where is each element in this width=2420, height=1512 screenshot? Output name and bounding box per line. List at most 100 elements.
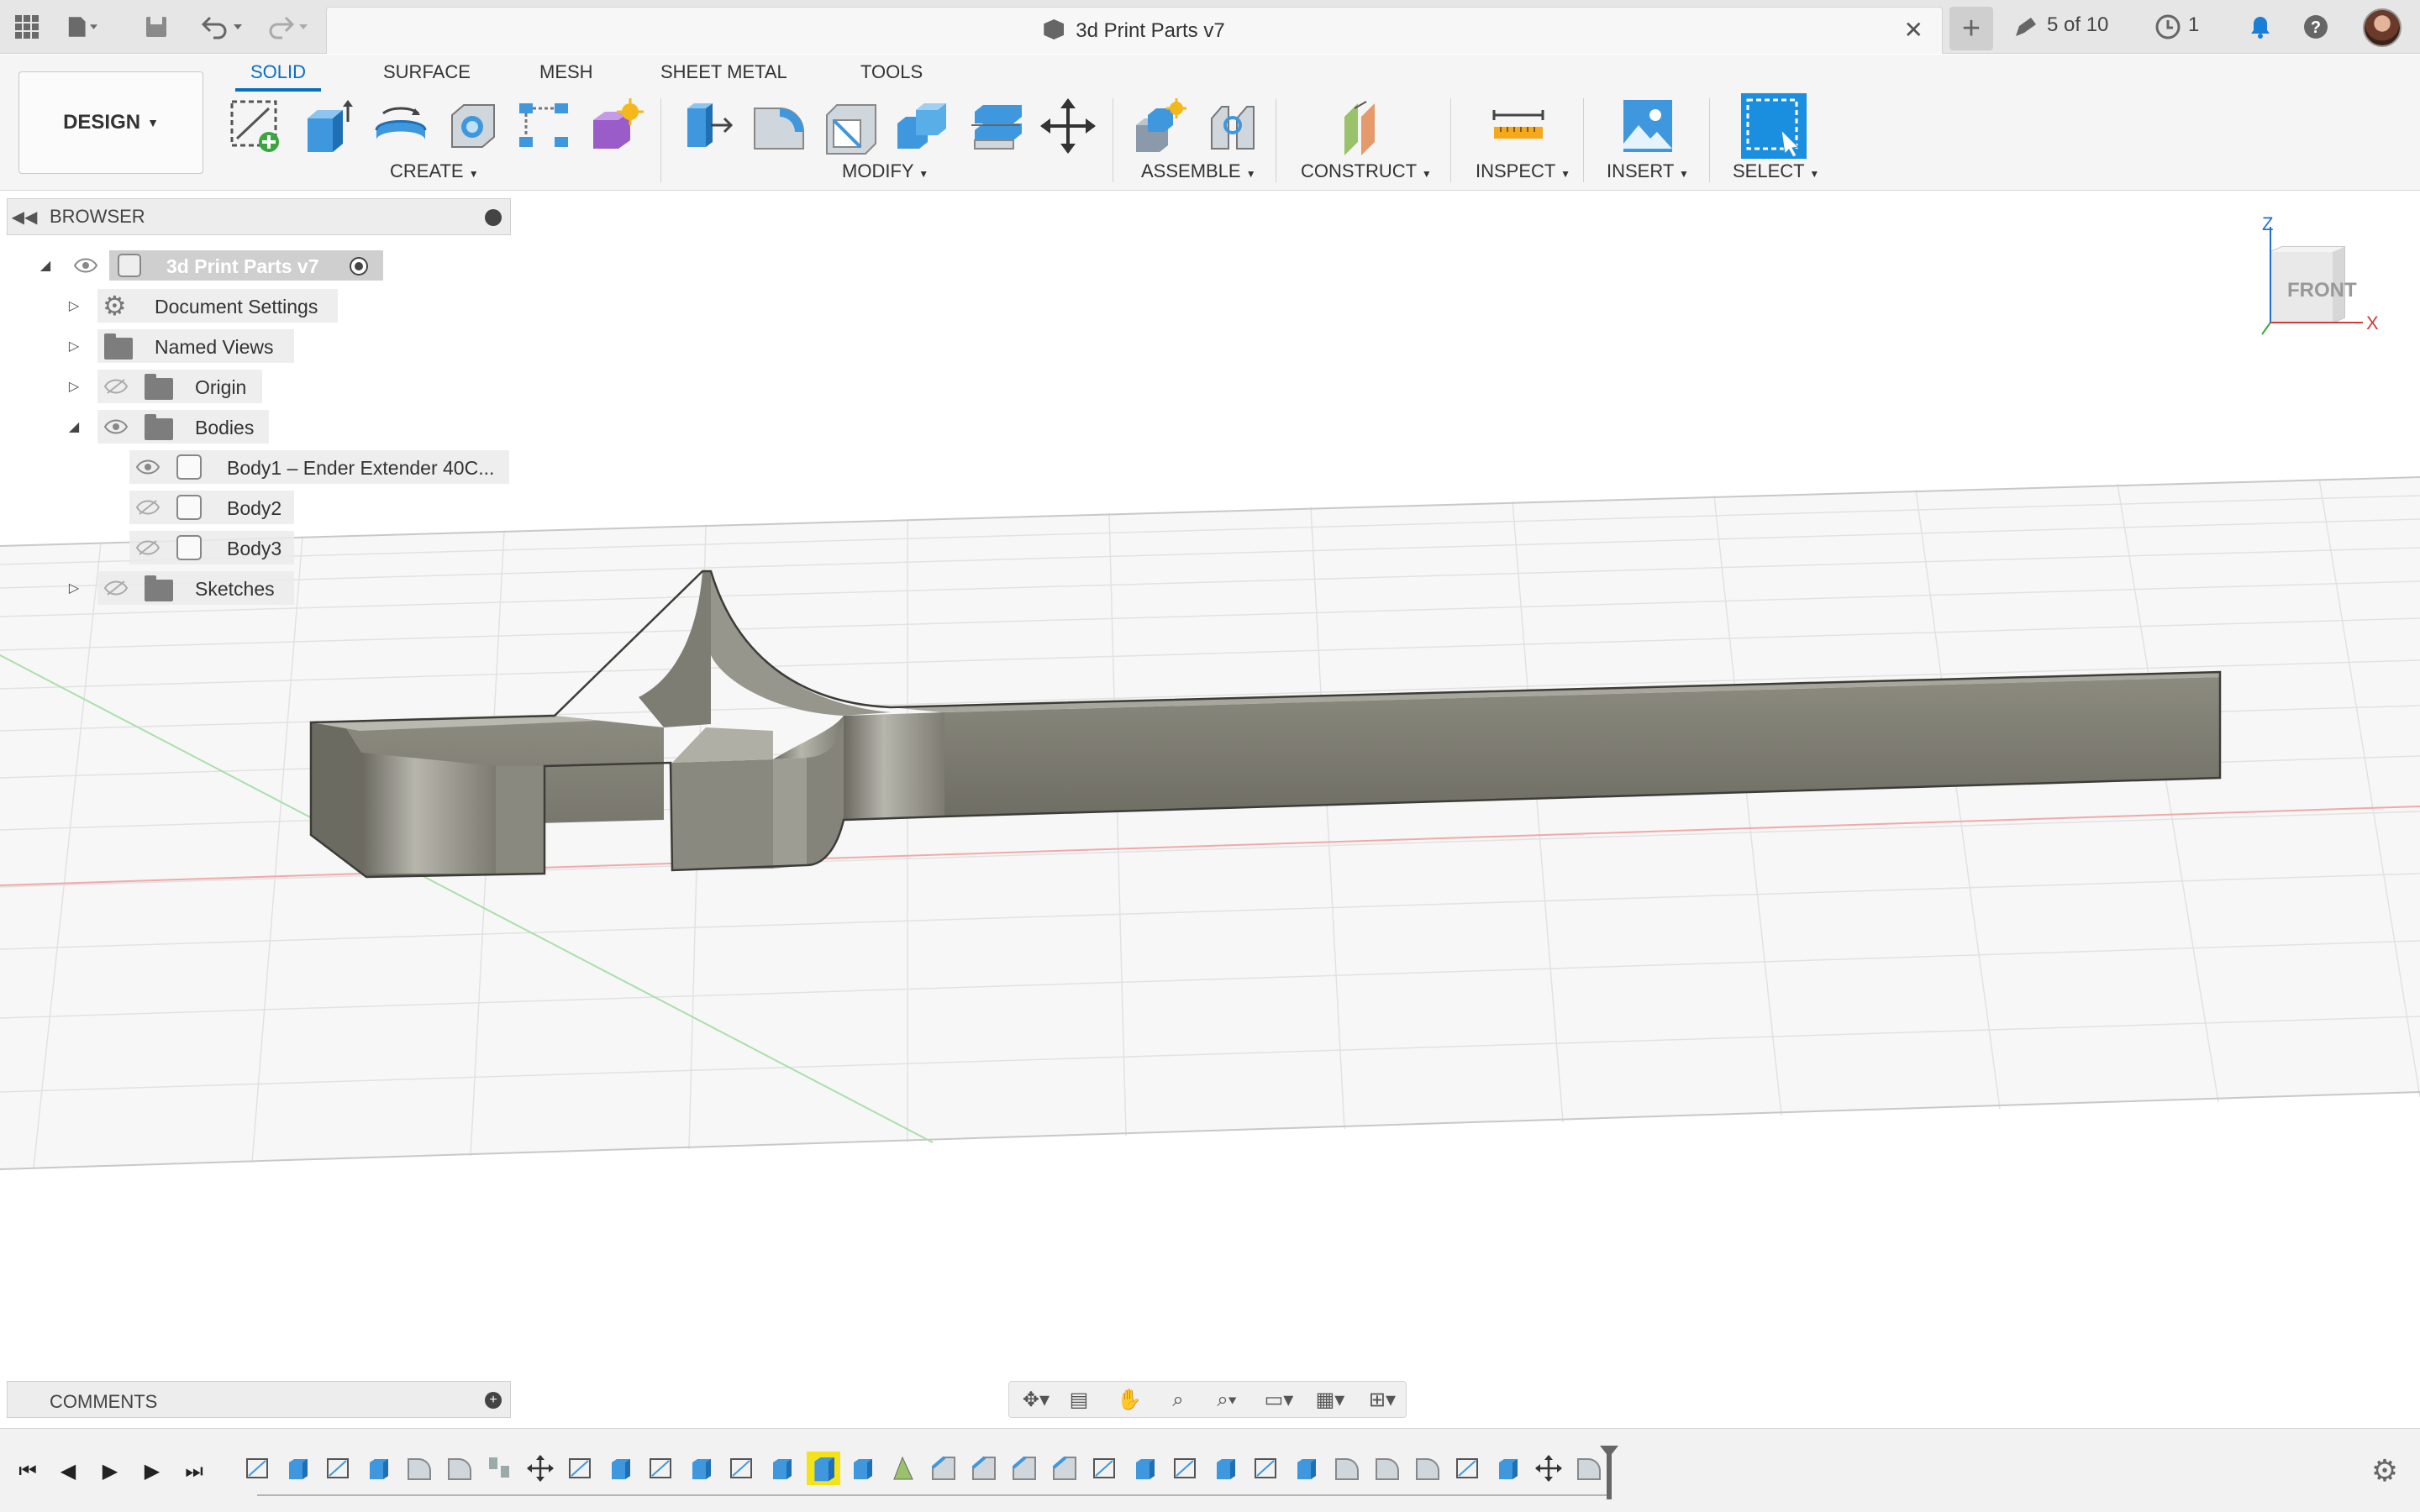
expanded-triangle-icon[interactable]: ◢	[37, 257, 54, 274]
timeline-fillet-icon[interactable]	[1333, 1454, 1361, 1483]
timeline-fillet-icon[interactable]	[1575, 1454, 1603, 1483]
close-tab-icon[interactable]: ✕	[1904, 16, 1923, 44]
insert-image-icon[interactable]	[1618, 97, 1677, 155]
file-menu-icon[interactable]	[67, 12, 97, 42]
timeline-sketch-icon[interactable]	[1252, 1454, 1281, 1483]
timeline-sketch-icon[interactable]	[1091, 1454, 1119, 1483]
timeline-extrude-icon[interactable]	[1131, 1454, 1160, 1483]
tree-item-document-settings[interactable]: ▷ ⚙ Document Settings	[0, 289, 353, 323]
select-menu[interactable]: SELECT ▼	[1733, 160, 1819, 182]
hidden-eye-icon[interactable]	[104, 379, 128, 394]
timeline-extrude-icon[interactable]	[365, 1454, 393, 1483]
tree-item-sketches[interactable]: ▷ Sketches	[0, 571, 302, 605]
job-status-clock-icon[interactable]	[2153, 12, 2183, 42]
comments-panel[interactable]: COMMENTS +	[7, 1381, 511, 1418]
model-canvas[interactable]	[0, 192, 2420, 1426]
timeline-sketch-icon[interactable]	[1171, 1454, 1200, 1483]
timeline-extrude-icon[interactable]	[607, 1454, 635, 1483]
create-menu[interactable]: CREATE ▼	[390, 160, 479, 182]
construct-menu[interactable]: CONSTRUCT ▼	[1301, 160, 1432, 182]
timeline-position-marker[interactable]	[1600, 1446, 1618, 1499]
joint-icon[interactable]	[1203, 97, 1262, 155]
go-to-end-icon[interactable]: ⏭	[180, 1457, 208, 1486]
browser-header[interactable]: ◀◀ BROWSER	[7, 198, 511, 235]
view-cube-face-label[interactable]: FRONT	[2287, 279, 2357, 302]
collapsed-triangle-icon[interactable]: ▷	[66, 297, 82, 314]
extrude-icon[interactable]	[299, 97, 358, 155]
modify-menu[interactable]: MODIFY ▼	[842, 160, 929, 182]
version-pencil-icon[interactable]	[2010, 12, 2040, 42]
pattern-icon[interactable]	[514, 97, 573, 155]
orbit-icon[interactable]: ✥▾	[1016, 1389, 1056, 1412]
expanded-triangle-icon[interactable]: ◢	[66, 418, 82, 435]
display-settings-icon[interactable]: ▭▾	[1258, 1389, 1300, 1412]
timeline-extrude-icon[interactable]	[849, 1454, 877, 1483]
inspect-menu[interactable]: INSPECT ▼	[1476, 160, 1570, 182]
browser-root-row[interactable]: ◢ 3d Print Parts v7	[0, 249, 387, 282]
tab-tools[interactable]: TOOLS	[860, 61, 923, 83]
offset-plane-icon[interactable]	[1336, 97, 1395, 155]
grid-settings-icon[interactable]: ▦▾	[1308, 1389, 1352, 1412]
undo-icon[interactable]	[198, 12, 249, 42]
new-tab-button[interactable]: +	[1949, 7, 1993, 50]
hidden-eye-icon[interactable]	[104, 580, 128, 596]
timeline-chamfer-icon[interactable]	[1010, 1454, 1039, 1483]
tab-solid[interactable]: SOLID	[250, 61, 306, 83]
collapsed-triangle-icon[interactable]: ▷	[66, 338, 82, 354]
hidden-eye-icon[interactable]	[136, 500, 160, 515]
insert-menu[interactable]: INSERT ▼	[1607, 160, 1689, 182]
visibility-eye-icon[interactable]	[104, 419, 128, 434]
timeline-sketch-icon[interactable]	[647, 1454, 676, 1483]
tree-item-body2[interactable]: Body2	[0, 491, 302, 524]
step-forward-icon[interactable]: ▶	[138, 1457, 166, 1486]
timeline-sketch-icon[interactable]	[244, 1454, 272, 1483]
activate-radio-icon[interactable]	[350, 257, 368, 276]
notifications-bell-icon[interactable]	[2245, 12, 2275, 42]
tab-sheet-metal[interactable]: SHEET METAL	[660, 61, 787, 83]
create-sketch-icon[interactable]	[227, 97, 286, 155]
tree-item-named-views[interactable]: ▷ Named Views	[0, 329, 302, 363]
select-icon[interactable]	[1741, 93, 1807, 159]
timeline-joint-icon[interactable]	[486, 1454, 514, 1483]
document-tab[interactable]: 3d Print Parts v7 ✕	[326, 7, 1943, 54]
combine-icon[interactable]	[894, 97, 953, 155]
timeline-fillet-icon[interactable]	[445, 1454, 474, 1483]
timeline-settings-gear-icon[interactable]: ⚙	[2368, 1454, 2402, 1488]
timeline-extrude-icon[interactable]	[1212, 1454, 1240, 1483]
timeline-sketch-icon[interactable]	[728, 1454, 756, 1483]
shell-icon[interactable]	[822, 97, 881, 155]
new-component-icon[interactable]	[1131, 97, 1190, 155]
hidden-eye-icon[interactable]	[136, 540, 160, 555]
press-pull-icon[interactable]	[677, 97, 736, 155]
play-icon[interactable]: ▶	[96, 1457, 124, 1486]
create-form-icon[interactable]	[587, 97, 645, 155]
timeline-move-icon[interactable]	[1534, 1454, 1563, 1483]
timeline-current-extrude-icon[interactable]	[807, 1452, 840, 1485]
workspace-switcher-button[interactable]: DESIGN ▼	[18, 71, 203, 174]
zoom-icon[interactable]: ⌕	[1165, 1389, 1191, 1412]
timeline-fillet-icon[interactable]	[1373, 1454, 1402, 1483]
timeline-move-icon[interactable]	[526, 1454, 555, 1483]
view-cube[interactable]: Z FRONT X	[2254, 213, 2380, 344]
hole-icon[interactable]	[444, 97, 502, 155]
timeline-sketch-icon[interactable]	[324, 1454, 353, 1483]
redo-icon[interactable]	[264, 12, 314, 42]
tree-item-body3[interactable]: Body3	[0, 531, 302, 564]
fillet-icon[interactable]	[750, 97, 808, 155]
timeline-extrude-icon[interactable]	[687, 1454, 716, 1483]
timeline-plane-icon[interactable]	[889, 1454, 918, 1483]
help-icon[interactable]: ?	[2301, 12, 2331, 42]
timeline-extrude-icon[interactable]	[284, 1454, 313, 1483]
timeline-chamfer-icon[interactable]	[970, 1454, 998, 1483]
visibility-eye-icon[interactable]	[74, 258, 97, 273]
timeline-extrude-icon[interactable]	[768, 1454, 797, 1483]
collapsed-triangle-icon[interactable]: ▷	[66, 580, 82, 596]
collapse-panel-icon[interactable]: ◀◀	[8, 207, 41, 228]
add-comment-icon[interactable]: +	[485, 1392, 502, 1409]
pan-hand-icon[interactable]: ✋	[1117, 1389, 1142, 1412]
viewports-icon[interactable]: ⊞▾	[1360, 1389, 1404, 1412]
step-back-icon[interactable]: ◀	[54, 1457, 82, 1486]
user-avatar[interactable]	[2363, 8, 2402, 47]
save-icon[interactable]	[141, 12, 171, 42]
timeline-sketch-icon[interactable]	[566, 1454, 595, 1483]
